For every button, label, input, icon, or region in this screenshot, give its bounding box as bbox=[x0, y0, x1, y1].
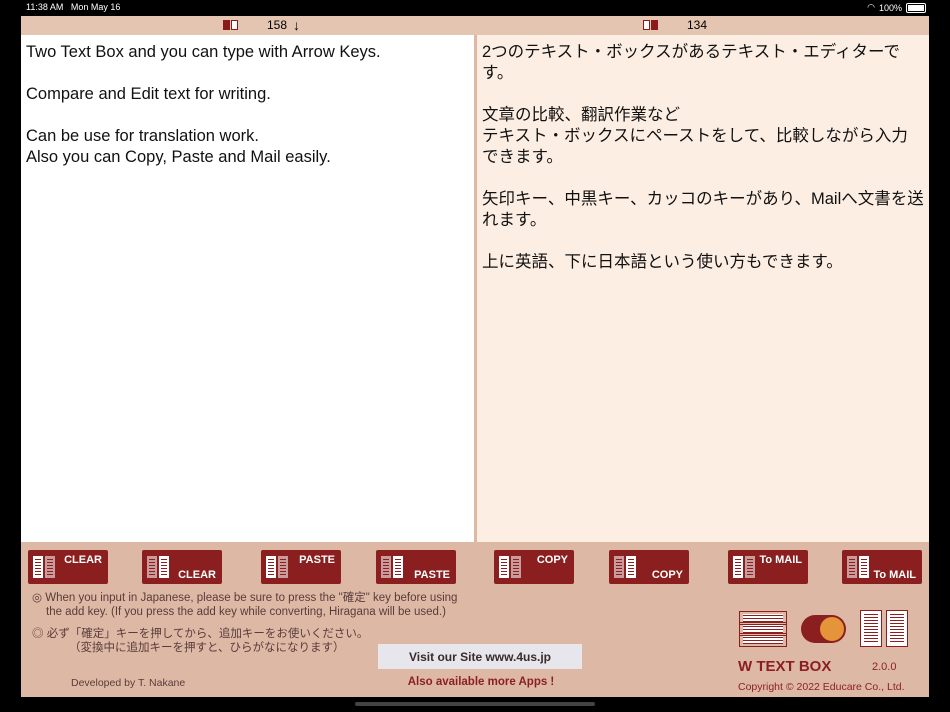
down-arrow-icon: ↓ bbox=[293, 17, 301, 33]
app-window: 158 ↓ 134 Two Text Box and you can type … bbox=[21, 16, 929, 697]
stacked-layout-icon[interactable] bbox=[739, 611, 787, 647]
top-pane-indicator-icon bbox=[643, 20, 650, 30]
left-counter: 158 ↓ bbox=[223, 18, 300, 32]
bottom-pane-indicator-icon bbox=[651, 20, 658, 30]
battery-percent: 100% bbox=[878, 2, 902, 13]
right-text-box[interactable]: 2つのテキスト・ボックスがあるテキスト・エディターです。 文章の比較、翻訳作業な… bbox=[477, 35, 929, 542]
wifi-icon: ◠ bbox=[867, 2, 875, 12]
layout-toggle[interactable] bbox=[801, 615, 846, 643]
battery-icon bbox=[906, 2, 926, 13]
developer-credit: Developed by T. Nakane bbox=[71, 677, 186, 689]
mail-right-button[interactable]: To MAIL bbox=[842, 550, 922, 584]
mail-left-button[interactable]: To MAIL bbox=[728, 550, 808, 584]
status-bar: 11:38 AM Mon May 16 ◠ 100% bbox=[0, 0, 950, 16]
counter-bar: 158 ↓ 134 bbox=[21, 16, 929, 35]
paste-right-button[interactable]: PASTE bbox=[376, 550, 456, 584]
top-pane-indicator-icon bbox=[223, 20, 230, 30]
japanese-note: ◎ 必ず「確定」キーを押してから、追加キーをお使いください。 （変換中に追加キー… bbox=[32, 628, 369, 654]
more-apps-link[interactable]: Also available more Apps ! bbox=[406, 676, 556, 688]
right-doc-icon bbox=[147, 556, 169, 578]
app-version: 2.0.0 bbox=[872, 661, 897, 673]
status-right: ◠ 100% bbox=[867, 2, 926, 13]
home-indicator[interactable] bbox=[355, 702, 595, 706]
clear-right-button[interactable]: CLEAR bbox=[142, 550, 222, 584]
paste-left-button[interactable]: PASTE bbox=[261, 550, 341, 584]
bottom-pane-indicator-icon bbox=[231, 20, 238, 30]
action-button-row: CLEAR CLEAR PASTE PASTE COPY COPY To MAI… bbox=[21, 550, 929, 584]
right-doc-icon bbox=[614, 556, 636, 578]
right-doc-icon bbox=[381, 556, 403, 578]
copy-left-button[interactable]: COPY bbox=[494, 550, 574, 584]
right-char-count: 134 bbox=[687, 18, 708, 32]
right-doc-icon bbox=[847, 556, 869, 578]
status-time: 11:38 AM Mon May 16 bbox=[26, 2, 121, 12]
app-name: W TEXT BOX bbox=[738, 658, 832, 675]
visit-site-button[interactable]: Visit our Site www.4us.jp bbox=[378, 644, 582, 669]
left-char-count: 158 bbox=[267, 18, 288, 32]
left-doc-icon bbox=[733, 556, 755, 578]
clear-left-button[interactable]: CLEAR bbox=[28, 550, 108, 584]
copyright: Copyright © 2022 Educare Co., Ltd. bbox=[738, 681, 905, 693]
left-text-box[interactable]: Two Text Box and you can type with Arrow… bbox=[21, 35, 474, 542]
side-by-side-layout-icon[interactable] bbox=[860, 610, 908, 647]
left-doc-icon bbox=[266, 556, 288, 578]
copy-right-button[interactable]: COPY bbox=[609, 550, 689, 584]
right-counter: 134 bbox=[643, 18, 707, 32]
left-doc-icon bbox=[499, 556, 521, 578]
english-note: ◎ When you input in Japanese, please be … bbox=[32, 592, 458, 618]
left-doc-icon bbox=[33, 556, 55, 578]
toggle-knob bbox=[820, 617, 844, 641]
